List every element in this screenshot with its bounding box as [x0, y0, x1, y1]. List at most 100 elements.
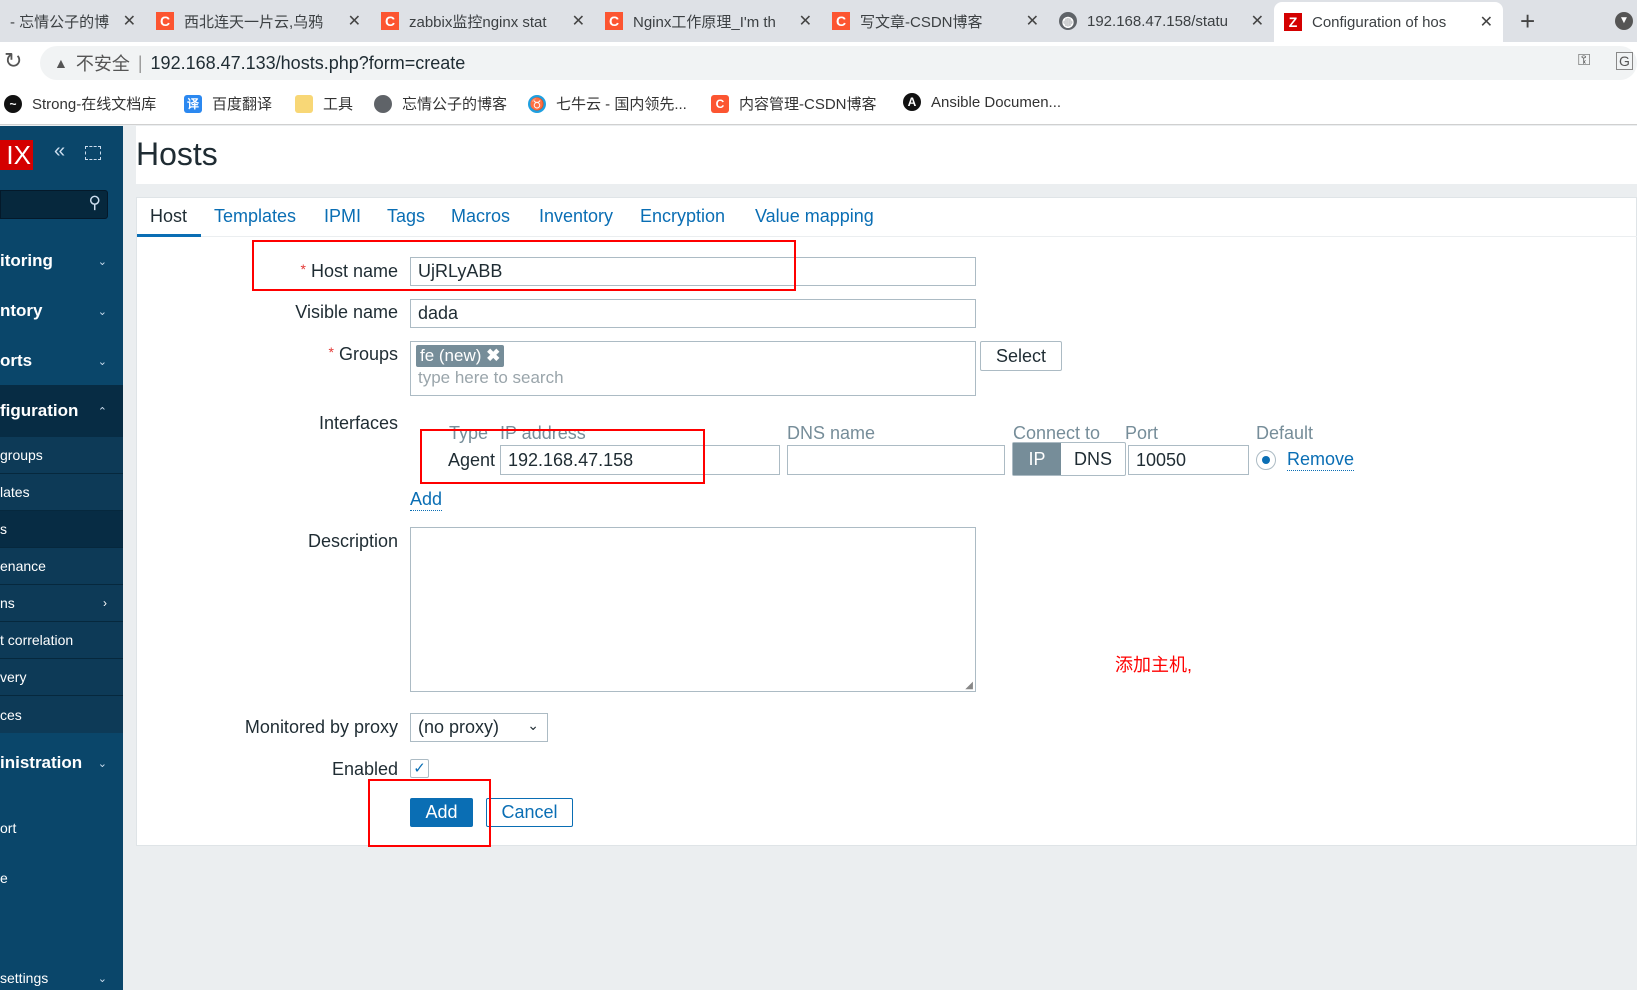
submenu-hosts[interactable]: s [0, 511, 123, 548]
browser-tab-active[interactable]: Z Configuration of hos ✕ [1274, 2, 1503, 42]
url-text[interactable]: 192.168.47.133/hosts.php?form=create [151, 53, 466, 74]
bookmark[interactable]: C 内容管理-CSDN博客 [711, 93, 877, 114]
bookmark[interactable]: 工具 [295, 93, 353, 114]
close-icon[interactable]: ✕ [123, 11, 136, 31]
tab-value-mapping[interactable]: Value mapping [755, 206, 874, 227]
menu-monitoring[interactable]: itoring ⌄ [0, 246, 123, 276]
tab-title: Configuration of hos [1312, 13, 1447, 31]
dns-name-input[interactable] [787, 445, 1005, 475]
proxy-select[interactable]: (no proxy) ⌄ [410, 713, 548, 742]
select-groups-button[interactable]: Select [980, 341, 1062, 371]
tag-label: fe (new) [420, 346, 482, 365]
translate-icon[interactable]: G [1616, 52, 1633, 70]
label-column: * Host name Visible name * Groups Interf… [137, 198, 398, 848]
browser-tab[interactable]: ◍ 192.168.47.158/statu ✕ [1049, 0, 1274, 42]
submenu-templates[interactable]: lates [0, 474, 123, 511]
submenu-host-groups[interactable]: groups [0, 437, 123, 474]
connect-ip-option[interactable]: IP [1013, 443, 1061, 475]
submenu-actions[interactable]: ns › [0, 585, 123, 622]
close-icon[interactable]: ✕ [1026, 11, 1039, 31]
resize-handle-icon[interactable]: ◢ [965, 680, 973, 691]
bookmark-label: Strong-在线文档库 [32, 96, 157, 113]
submenu-discovery[interactable]: very [0, 659, 123, 696]
bookmark[interactable]: A Ansible Documen... [903, 93, 1061, 111]
bookmark-label: 内容管理-CSDN博客 [739, 96, 877, 113]
kiosk-mode-icon[interactable] [85, 146, 101, 160]
globe-icon [374, 94, 392, 113]
add-interface-link[interactable]: Add [410, 489, 443, 511]
reload-icon[interactable]: ↻ [4, 48, 22, 74]
remove-tag-icon[interactable]: ✖ [486, 346, 500, 365]
highlight-box-host-name [252, 240, 796, 291]
menu-reports[interactable]: orts ⌄ [0, 346, 123, 376]
search-icon[interactable]: ⚲ [89, 193, 101, 213]
search-input[interactable]: ⚲ [0, 190, 108, 219]
default-radio[interactable] [1256, 450, 1276, 470]
close-icon[interactable]: ✕ [1480, 12, 1493, 32]
visible-name-input[interactable]: dada [410, 299, 976, 328]
page-title: Hosts [136, 136, 218, 172]
browser-tab[interactable]: - 忘情公子的博 ✕ [0, 0, 146, 42]
submenu-event-correlation[interactable]: t correlation [0, 622, 123, 659]
close-icon[interactable]: ✕ [1251, 11, 1264, 31]
submenu-services[interactable]: ces [0, 696, 123, 733]
menu-label: orts [0, 351, 33, 370]
groups-search-placeholder[interactable]: type here to search [416, 368, 970, 388]
menu-label: e [0, 870, 8, 886]
csdn-icon: C [381, 12, 399, 30]
port-input[interactable]: 10050 [1128, 445, 1249, 475]
submenu-label: ces [0, 706, 22, 723]
collapse-sidebar-icon[interactable]: « [54, 140, 65, 163]
address-bar[interactable]: ▲ 不安全 | 192.168.47.133/hosts.php?form=cr… [40, 46, 1637, 80]
tab-macros[interactable]: Macros [451, 206, 510, 227]
submenu-maintenance[interactable]: enance [0, 548, 123, 585]
tab-title: 192.168.47.158/statu [1087, 12, 1228, 30]
enabled-checkbox[interactable]: ✓ [410, 759, 429, 778]
tab-inventory[interactable]: Inventory [539, 206, 613, 227]
browser-tab[interactable]: Czabbix监控nginx stat ✕ [371, 0, 595, 42]
connect-dns-option[interactable]: DNS [1061, 443, 1125, 475]
cancel-button[interactable]: Cancel [486, 798, 573, 827]
highlight-box-ip [420, 429, 705, 484]
tab-encryption[interactable]: Encryption [640, 206, 725, 227]
bookmark-label: 百度翻译 [212, 96, 273, 113]
checkmark-icon: ✓ [413, 760, 426, 777]
radio-dot [1262, 456, 1270, 464]
menu-administration[interactable]: inistration ⌄ [0, 748, 123, 778]
browser-tab[interactable]: C Nginx工作原理_I'm th ✕ [595, 0, 822, 42]
new-tab-icon[interactable]: + [1520, 6, 1535, 37]
chevron-down-icon: ⌄ [97, 305, 107, 318]
tab-search-icon[interactable]: ▼ [1615, 12, 1633, 30]
browser-tab[interactable]: C 写文章-CSDN博客 ✕ [822, 0, 1049, 42]
menu-share[interactable]: e [0, 866, 123, 890]
key-icon[interactable]: ⚿ [1578, 52, 1590, 70]
warning-icon: ▲ [54, 55, 68, 71]
close-icon[interactable]: ✕ [799, 11, 812, 31]
groups-multiselect[interactable]: fe (new) ✖ type here to search [410, 341, 976, 396]
iface-header-port: Port [1125, 423, 1159, 443]
tab-title: - 忘情公子的博 [10, 13, 110, 31]
submenu-label: very [0, 669, 27, 685]
host-form: Host Templates IPMI Tags Macros Inventor… [136, 197, 1637, 846]
menu-support[interactable]: ort [0, 816, 123, 840]
zabbix-logo[interactable]: IX [0, 140, 33, 170]
menu-configuration[interactable]: figuration ⌃ [0, 385, 123, 437]
close-icon[interactable]: ✕ [572, 11, 585, 31]
bookmark[interactable]: ~ Strong-在线文档库 [4, 93, 156, 114]
security-label[interactable]: 不安全 [76, 50, 130, 76]
csdn-icon: C [832, 12, 850, 30]
bookmark[interactable]: 译百度翻译 [184, 93, 272, 114]
chevron-down-icon: ⌄ [97, 972, 107, 985]
description-textarea[interactable]: ◢ [410, 527, 976, 692]
bookmark[interactable]: ♉ 七牛云 - 国内领先... [528, 93, 687, 114]
browser-tab[interactable]: C 西北连天一片云,乌鸦 ✕ [146, 0, 371, 42]
menu-inventory[interactable]: ntory ⌄ [0, 296, 123, 326]
close-icon[interactable]: ✕ [348, 11, 361, 31]
bird-icon: ~ [4, 94, 22, 113]
menu-label: ntory [0, 301, 43, 320]
menu-user-settings[interactable]: settings ⌄ [0, 966, 123, 990]
required-mark: * [328, 344, 334, 360]
bookmark[interactable]: 忘情公子的博客 [374, 93, 507, 114]
remove-interface-link[interactable]: Remove [1287, 449, 1355, 471]
annotation-text: 添加主机, [1115, 655, 1193, 675]
